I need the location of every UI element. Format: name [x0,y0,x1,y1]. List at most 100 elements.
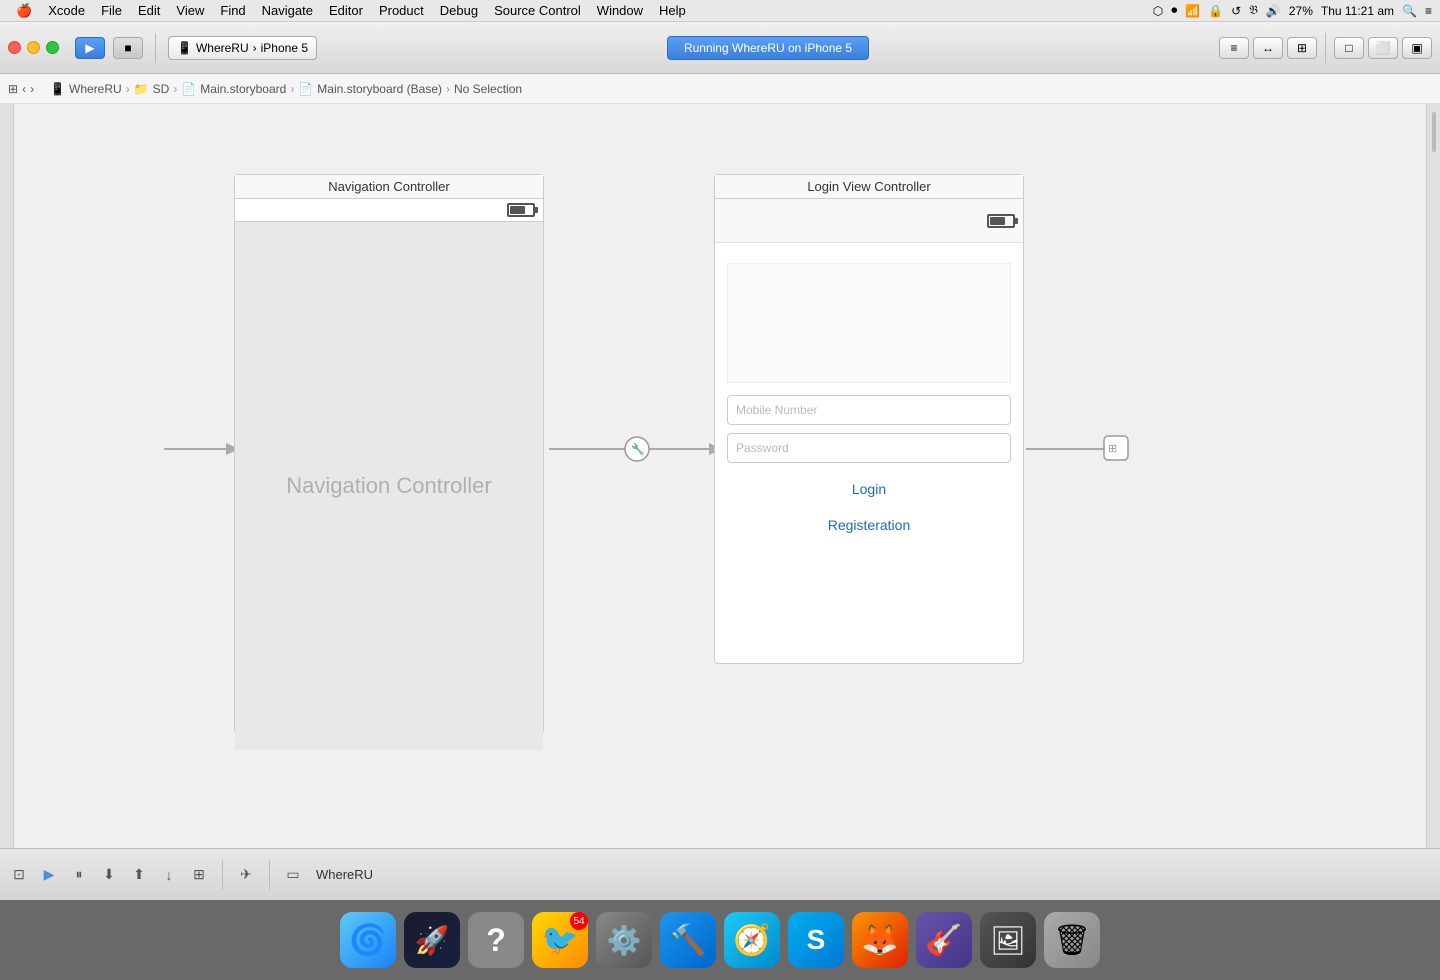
menu-navigate[interactable]: Navigate [254,3,321,18]
dock-rocket[interactable]: 🚀 [404,912,460,968]
breadcrumb-item-1[interactable]: SD [153,82,170,96]
hide-utilities-button[interactable]: ▣ [1402,37,1432,59]
scheme-app-name: WhereRU [196,41,249,55]
minimize-button[interactable] [27,41,40,54]
navigator-toggle-icon[interactable]: ⊞ [8,82,18,96]
bottom-rect-icon[interactable]: ▭ [282,864,304,886]
breadcrumb-item-4[interactable]: No Selection [454,82,522,96]
menu-source-control[interactable]: Source Control [486,3,589,18]
bottom-layout-icon[interactable]: ⊡ [8,864,30,886]
breadcrumb-nav-forward[interactable]: › [30,82,34,96]
traffic-lights [8,41,59,54]
login-button[interactable]: Login [727,471,1011,507]
login-controller-title: Login View Controller [715,175,1023,199]
menu-debug[interactable]: Debug [432,3,486,18]
mobile-field[interactable]: Mobile Number [727,395,1011,425]
toolbar: ▶ ■ 📱 WhereRU › iPhone 5 Running WhereRU… [0,22,1440,74]
sidebar-toggle[interactable] [0,104,14,848]
breadcrumb-nav-back[interactable]: ‹ [22,82,26,96]
apple-menu[interactable]: 🍎 [8,3,40,19]
canvas-arrows: 🔧 ⊞ [34,124,1234,848]
bottom-down-icon[interactable]: ↓ [158,864,180,886]
right-panel-handle[interactable] [1432,112,1436,152]
editor-standard-button[interactable]: ≡ [1219,37,1249,59]
menu-find[interactable]: Find [212,3,253,18]
dock-xcode[interactable]: 🔨 [660,912,716,968]
dock-instruments[interactable]: 🎸 [916,912,972,968]
separator2 [1325,33,1326,63]
canvas-area[interactable]: 🔧 ⊞ Navigation Controller [14,104,1426,848]
dock-trash[interactable]: 🗑 [1044,912,1100,968]
breadcrumb-item-3[interactable]: Main.storyboard (Base) [317,82,442,96]
dock-help[interactable]: ? [468,912,524,968]
login-battery-icon [987,214,1015,228]
storyboard-canvas: 🔧 ⊞ Navigation Controller [34,124,1234,848]
editor-assistant-button[interactable]: ↔ [1253,37,1283,59]
stop-button[interactable]: ■ [113,37,143,59]
menu-bar: 🍎 Xcode File Edit View Find Navigate Edi… [0,0,1440,22]
show-debugger-button[interactable]: ⬜ [1368,37,1398,59]
dock-system-prefs[interactable]: ⚙️ [596,912,652,968]
login-image-area [727,263,1011,383]
nav-battery-icon [507,203,535,217]
breadcrumb-item-2[interactable]: Main.storyboard [200,82,286,96]
bottom-pause-icon[interactable]: ⏸ [68,864,90,886]
menu-edit[interactable]: Edit [130,3,168,18]
bluetooth-icon: 𝔅 [1249,3,1258,18]
run-button[interactable]: ▶ [75,37,105,59]
status-pill: Running WhereRU on iPhone 5 [667,36,869,60]
close-button[interactable] [8,41,21,54]
dock-tweety-badge: 54 [570,912,588,930]
dock-finder[interactable]: 🌀 [340,912,396,968]
password-field[interactable]: Password [727,433,1011,463]
volume-icon: 🔊 [1266,4,1281,18]
status-text: Running WhereRU on iPhone 5 [684,41,852,55]
scheme-separator: › [253,41,257,55]
menu-help[interactable]: Help [651,3,694,18]
list-icon[interactable]: ≡ [1425,4,1432,18]
sep1: › [173,82,177,96]
dock-tweety[interactable]: 🐦 54 [532,912,588,968]
bottom-share-icon[interactable]: ✈ [235,864,257,886]
sep2: › [290,82,294,96]
dock-photos[interactable]: 🖼 [980,912,1036,968]
dropbox-icon: ⬡ [1153,4,1163,18]
hide-navigator-button[interactable]: □ [1334,37,1364,59]
scheme-selector[interactable]: 📱 WhereRU › iPhone 5 [168,36,317,60]
nav-controller-title: Navigation Controller [235,175,543,199]
dock-skype[interactable]: S [788,912,844,968]
breadcrumb-item-0[interactable]: WhereRU [69,82,122,96]
dock-firefox[interactable]: 🦊 [852,912,908,968]
maximize-button[interactable] [46,41,59,54]
bottom-view-icon[interactable]: ⊞ [188,864,210,886]
editor-version-button[interactable]: ⊞ [1287,37,1317,59]
menu-file[interactable]: File [93,3,130,18]
register-button[interactable]: Registeration [727,507,1011,543]
login-nav-bar [715,199,1023,243]
nav-controller-scene: Navigation Controller Navigation Control… [234,174,544,734]
battery-display: 27% [1289,4,1313,18]
bottom-project-label: WhereRU [316,867,373,882]
bottom-separator [222,860,223,890]
menu-view[interactable]: View [168,3,212,18]
login-battery-fill [990,217,1005,225]
bottom-pointer-icon[interactable]: ▶ [38,864,60,886]
record-icon: ⏺ [1171,3,1177,18]
nav-controller-body: Navigation Controller [235,222,543,750]
breadcrumb: ⊞ ‹ › 📱 WhereRU › 📁 SD › 📄 Main.storyboa… [0,74,1440,104]
menu-editor[interactable]: Editor [321,3,371,18]
menu-window[interactable]: Window [589,3,651,18]
bottom-upload-icon[interactable]: ⬆ [128,864,150,886]
login-controller-scene: Login View Controller Mobile Number Pass… [714,174,1024,664]
search-icon[interactable]: 🔍 [1402,4,1417,18]
menu-product[interactable]: Product [371,3,432,18]
bottom-download-icon[interactable]: ⬇ [98,864,120,886]
status-area: Running WhereRU on iPhone 5 [325,36,1211,60]
menu-xcode[interactable]: Xcode [40,3,93,18]
clock-display: Thu 11:21 am [1321,4,1394,18]
separator [155,33,156,63]
battery-fill [510,206,525,214]
dock-safari[interactable]: 🧭 [724,912,780,968]
login-battery-tip [1015,218,1018,224]
nav-status-bar [235,199,543,222]
